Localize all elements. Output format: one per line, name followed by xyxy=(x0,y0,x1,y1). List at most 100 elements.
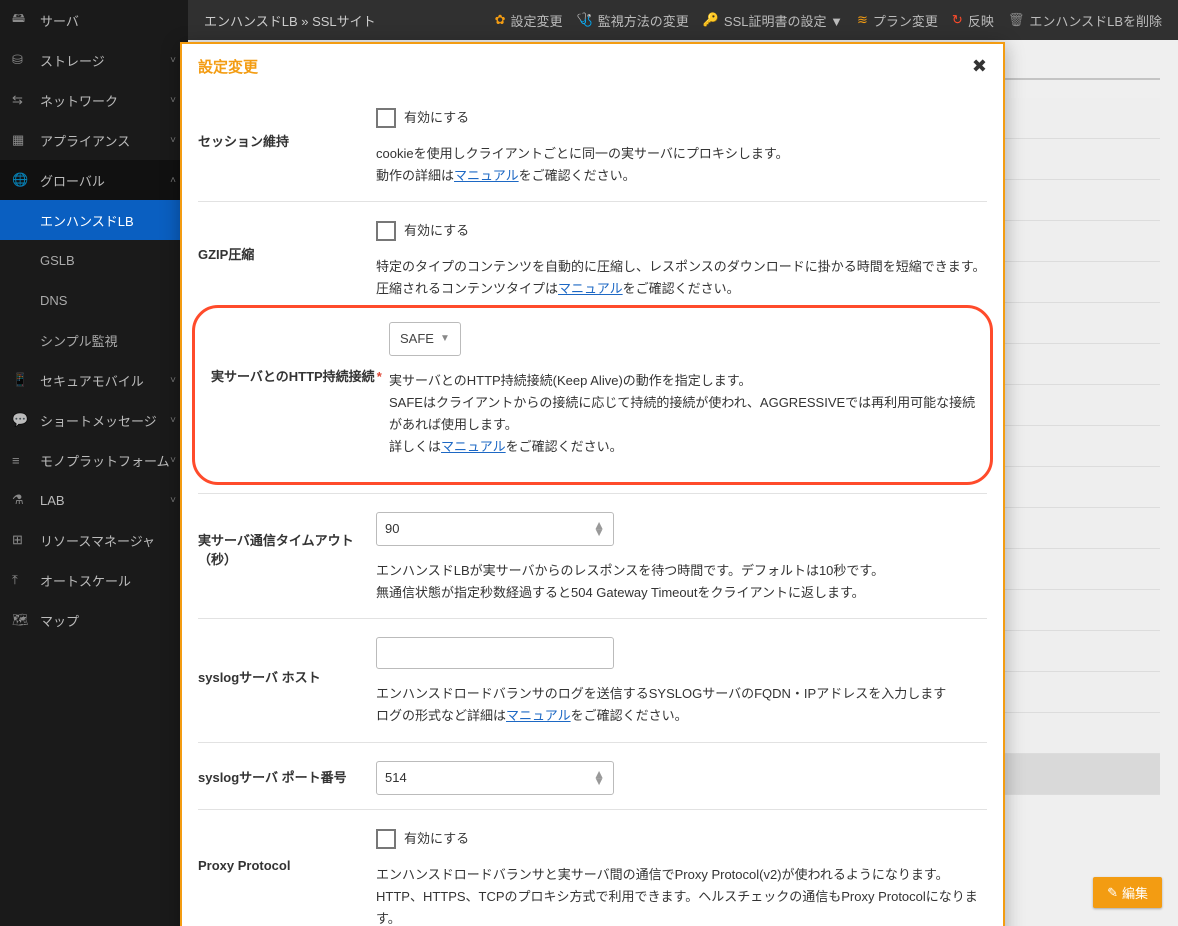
label-session: セッション維持 xyxy=(198,107,376,187)
nav-sub-gslb[interactable]: GSLB xyxy=(0,240,188,280)
nav-mono-platform[interactable]: ≡ モノプラットフォーム ˅ xyxy=(0,440,188,480)
manual-link[interactable]: マニュアル xyxy=(558,281,623,296)
close-icon[interactable]: ✖ xyxy=(972,56,987,77)
chevron-down-icon: ˅ xyxy=(170,495,176,506)
nav-short-message[interactable]: 💬 ショートメッセージ ˅ xyxy=(0,400,188,440)
timeout-input[interactable]: 90 ▲▼ xyxy=(376,512,614,546)
hdr-label: 反映 xyxy=(968,11,994,30)
hdr-label: プラン変更 xyxy=(873,11,938,30)
label-syslog-port: syslogサーバ ポート番号 xyxy=(198,761,376,795)
syslog-port-input[interactable]: 514 ▲▼ xyxy=(376,761,614,795)
nav-resource-manager[interactable]: ⊞ リソースマネージャ xyxy=(0,520,188,560)
hdr-label: 設定変更 xyxy=(511,11,563,30)
desc-text: 動作の詳細は xyxy=(376,168,454,183)
spinner-icon[interactable]: ▲▼ xyxy=(593,522,605,536)
select-value: SAFE xyxy=(400,328,434,350)
trash-icon: 🗑 xyxy=(1008,12,1025,28)
desc-text: エンハンスドロードバランサと実サーバ間の通信でProxy Protocol(v2… xyxy=(376,864,987,886)
label-gzip: GZIP圧縮 xyxy=(198,220,376,300)
nav-label: リソースマネージャ xyxy=(40,531,155,550)
checkbox-label: 有効にする xyxy=(404,107,469,129)
nav-network[interactable]: ⇆ ネットワーク ˅ xyxy=(0,80,188,120)
hdr-apply-button[interactable]: ↻ 反映 xyxy=(952,11,994,30)
nav-sub-simple-monitor[interactable]: シンプル監視 xyxy=(0,320,188,360)
desc-text: SAFEはクライアントからの接続に応じて持続的接続が使われ、AGGRESSIVE… xyxy=(389,392,976,436)
nav-label: ショートメッセージ xyxy=(40,411,157,430)
nav-appliance[interactable]: ▦ アプライアンス ˅ xyxy=(0,120,188,160)
desc-text: をご確認ください。 xyxy=(506,439,623,454)
checkbox-proxy-enable[interactable] xyxy=(376,829,396,849)
nav-storage[interactable]: ⛁ ストレージ ˅ xyxy=(0,40,188,80)
hdr-monitor-button[interactable]: 🩺 監視方法の変更 xyxy=(577,11,689,30)
nav-label: グローバル xyxy=(40,171,105,190)
nav-label: モノプラットフォーム xyxy=(40,451,170,470)
server-icon: 🖴 xyxy=(12,9,32,31)
autoscale-icon: ⤒ xyxy=(12,572,32,588)
nav-label: マップ xyxy=(40,611,79,630)
storage-icon: ⛁ xyxy=(12,52,32,68)
mobile-icon: 📱 xyxy=(12,372,32,388)
checkbox-gzip-enable[interactable] xyxy=(376,221,396,241)
input-value: 90 xyxy=(385,518,399,540)
nav-label: オートスケール xyxy=(40,571,131,590)
desc-text: をご確認ください。 xyxy=(571,708,688,723)
hdr-ssl-button[interactable]: 🔑 SSL証明書の設定 ▼ xyxy=(703,11,843,30)
plan-icon: ≋ xyxy=(857,12,868,28)
message-icon: 💬 xyxy=(12,412,32,428)
nav-global[interactable]: 🌐 グローバル ˄ xyxy=(0,160,188,200)
row-syslog-host: syslogサーバ ホスト エンハンスドロードバランサのログを送信するSYSLO… xyxy=(198,618,987,741)
modal-title: 設定変更 xyxy=(198,56,258,77)
nav-server[interactable]: 🖴 サーバ xyxy=(0,0,188,40)
checkbox-label: 有効にする xyxy=(404,220,469,242)
chevron-down-icon: ˅ xyxy=(170,455,176,466)
manual-link[interactable]: マニュアル xyxy=(454,168,519,183)
keepalive-select[interactable]: SAFE ▼ xyxy=(389,322,461,356)
label-syslog-host: syslogサーバ ホスト xyxy=(198,637,376,727)
row-timeout: 実サーバ通信タイムアウト（秒） 90 ▲▼ エンハンスドLBが実サーバからのレス… xyxy=(198,493,987,618)
hdr-config-button[interactable]: ✿ 設定変更 xyxy=(495,11,563,30)
pencil-icon: ✎ xyxy=(1107,885,1118,901)
required-mark: * xyxy=(377,369,382,384)
hdr-label: エンハンスドLBを削除 xyxy=(1029,11,1162,30)
syslog-host-input[interactable] xyxy=(376,637,614,669)
appliance-icon: ▦ xyxy=(12,132,32,148)
nav-label: ネットワーク xyxy=(40,91,118,110)
chevron-down-icon: ˅ xyxy=(170,415,176,426)
manual-link[interactable]: マニュアル xyxy=(441,439,506,454)
chevron-down-icon: ˅ xyxy=(170,375,176,386)
desc-text: 実サーバとのHTTP持続接続(Keep Alive)の動作を指定します。 xyxy=(389,370,976,392)
nav-map[interactable]: 🗺 マップ xyxy=(0,600,188,640)
page-header: エンハンスドLB » SSLサイト ✿ 設定変更 🩺 監視方法の変更 🔑 SSL… xyxy=(188,0,1178,40)
spinner-icon[interactable]: ▲▼ xyxy=(593,771,605,785)
row-session: セッション維持 有効にする cookieを使用しクライアントごとに同一の実サーバ… xyxy=(198,89,987,201)
hdr-delete-button[interactable]: 🗑 エンハンスドLBを削除 xyxy=(1008,11,1162,30)
manual-link[interactable]: マニュアル xyxy=(506,708,571,723)
nav-label: ストレージ xyxy=(40,51,105,70)
float-edit-button[interactable]: ✎ 編集 xyxy=(1093,877,1162,908)
row-proxy: Proxy Protocol 有効にする エンハンスドロードバランサと実サーバ間… xyxy=(198,809,987,926)
nav-label: アプライアンス xyxy=(40,131,130,150)
nav-sub-dns[interactable]: DNS xyxy=(0,280,188,320)
chevron-down-icon: ▼ xyxy=(440,330,450,347)
settings-modal: 設定変更 ✖ セッション維持 有効にする cookieを使用しクライアントごとに… xyxy=(180,42,1005,926)
checkbox-label: 有効にする xyxy=(404,828,469,850)
nav-sub-enhanced-lb[interactable]: エンハンスドLB xyxy=(0,200,188,240)
hdr-plan-button[interactable]: ≋ プラン変更 xyxy=(857,11,938,30)
globe-icon: 🌐 xyxy=(12,172,32,188)
desc-text: HTTP、HTTPS、TCPのプロキシ方式で利用できます。ヘルスチェックの通信も… xyxy=(376,886,987,926)
nav-lab[interactable]: ⚗ LAB ˅ xyxy=(0,480,188,520)
map-icon: 🗺 xyxy=(12,612,32,628)
nav-secure-mobile[interactable]: 📱 セキュアモバイル ˅ xyxy=(0,360,188,400)
label-keepalive: 実サーバとのHTTP持続接続* xyxy=(201,322,389,458)
nav-autoscale[interactable]: ⤒ オートスケール xyxy=(0,560,188,600)
modal-header: 設定変更 ✖ xyxy=(182,44,1003,89)
float-edit-label: 編集 xyxy=(1122,883,1148,902)
chevron-down-icon: ˅ xyxy=(170,95,176,106)
desc-text: 無通信状態が指定秒数経過すると504 Gateway Timeoutをクライアン… xyxy=(376,582,987,604)
checkbox-session-enable[interactable] xyxy=(376,108,396,128)
nav-label: セキュアモバイル xyxy=(40,371,144,390)
nav-label: サーバ xyxy=(40,11,79,30)
hdr-label: 監視方法の変更 xyxy=(598,11,689,30)
desc-text: エンハンスドLBが実サーバからのレスポンスを待つ時間です。デフォルトは10秒です… xyxy=(376,560,987,582)
nav-label: LAB xyxy=(40,493,65,508)
